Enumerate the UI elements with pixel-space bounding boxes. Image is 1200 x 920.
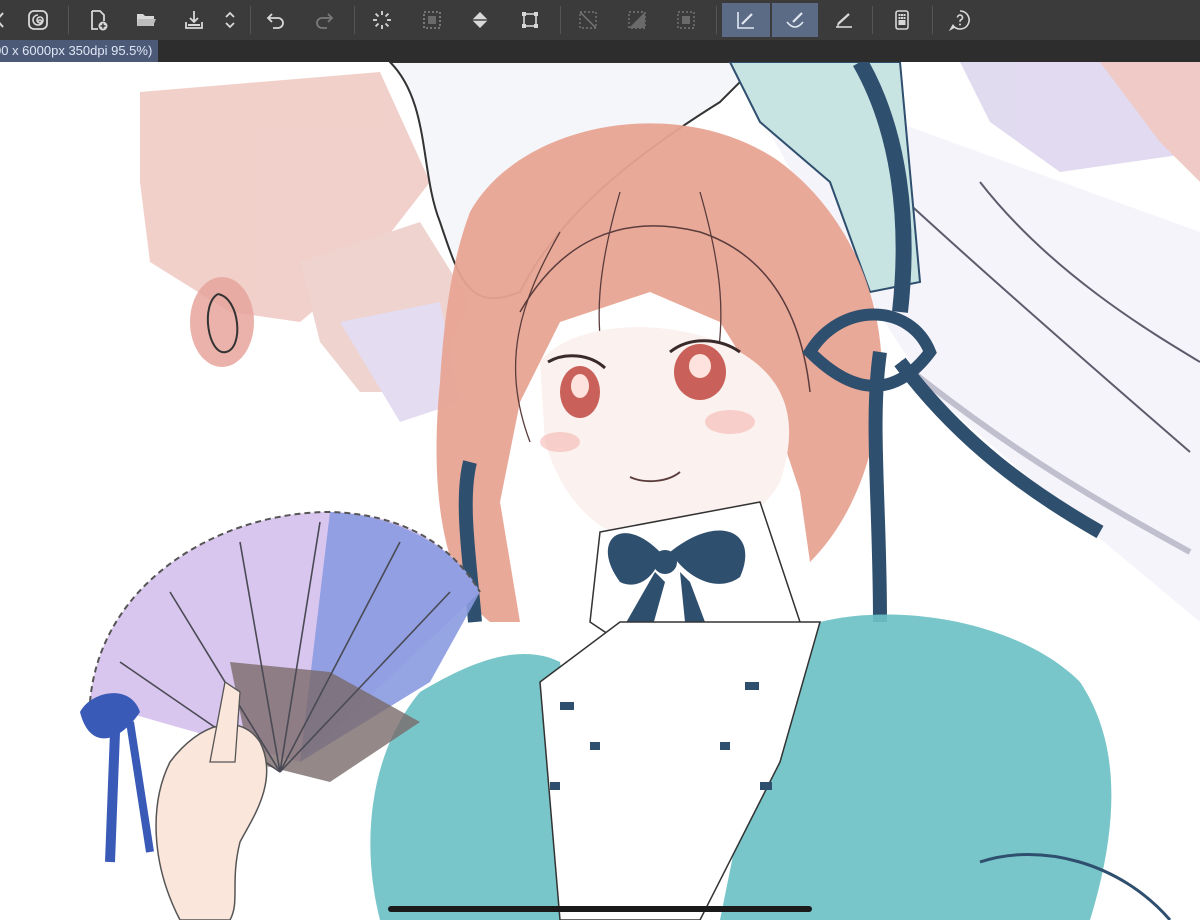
command-bar <box>0 0 1200 41</box>
fill-icon[interactable] <box>460 3 500 37</box>
drawing-canvas[interactable] <box>0 62 1200 920</box>
snap-off-icon[interactable] <box>568 3 608 37</box>
chevron-updown-icon[interactable] <box>210 3 250 37</box>
new-file-icon[interactable] <box>78 3 118 37</box>
snap-grid-icon[interactable] <box>666 3 706 37</box>
canvas-info-bar: 00 x 6000px 350dpi 95.5%) <box>0 40 1200 62</box>
home-indicator[interactable] <box>388 906 812 912</box>
open-folder-icon[interactable] <box>126 3 166 37</box>
artwork-illustration <box>80 62 1200 920</box>
snap-ruler-icon[interactable] <box>617 3 657 37</box>
select-all-icon[interactable] <box>412 3 452 37</box>
ruler-icon[interactable] <box>824 3 864 37</box>
canvas-info-label: 00 x 6000px 350dpi 95.5%) <box>0 40 159 62</box>
transform-icon[interactable] <box>510 3 550 37</box>
save-icon[interactable] <box>174 3 214 37</box>
help-icon[interactable] <box>940 3 980 37</box>
brush-icon[interactable] <box>772 3 818 37</box>
pen-pressure-icon[interactable] <box>722 3 770 37</box>
redo-icon[interactable] <box>304 3 344 37</box>
clip-studio-icon[interactable] <box>18 3 58 37</box>
undo-icon[interactable] <box>256 3 296 37</box>
companion-mode-icon[interactable] <box>882 3 922 37</box>
clear-selection-icon[interactable] <box>362 3 402 37</box>
chevron-left-icon[interactable] <box>0 3 20 37</box>
